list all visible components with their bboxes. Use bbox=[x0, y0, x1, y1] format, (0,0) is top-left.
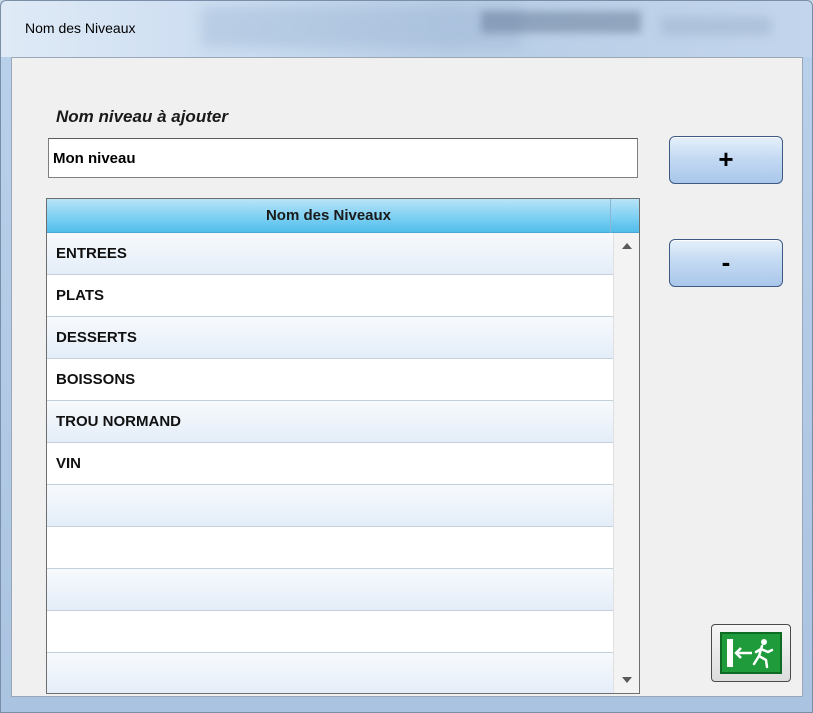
table-row[interactable] bbox=[47, 527, 613, 569]
background-blur bbox=[661, 17, 771, 35]
scroll-up-arrow-icon[interactable] bbox=[622, 243, 632, 249]
exit-door-running-man-icon bbox=[720, 632, 782, 674]
table-row[interactable] bbox=[47, 611, 613, 653]
app-window: Nom des Niveaux Nom niveau à ajouter + -… bbox=[0, 0, 813, 713]
table-row[interactable]: ENTREES bbox=[47, 233, 613, 275]
background-blur bbox=[481, 11, 641, 33]
table-row[interactable] bbox=[47, 485, 613, 527]
remove-level-button[interactable]: - bbox=[669, 239, 783, 287]
scroll-down-arrow-icon[interactable] bbox=[622, 677, 632, 683]
background-blur bbox=[201, 7, 521, 47]
levels-table: Nom des Niveaux ENTREES PLATS DESSERTS B… bbox=[46, 198, 640, 694]
exit-button[interactable] bbox=[711, 624, 791, 682]
table-row[interactable]: BOISSONS bbox=[47, 359, 613, 401]
add-level-button[interactable]: + bbox=[669, 136, 783, 184]
table-row[interactable] bbox=[47, 569, 613, 611]
table-body: ENTREES PLATS DESSERTS BOISSONS TROU NOR… bbox=[47, 233, 613, 693]
table-row[interactable]: VIN bbox=[47, 443, 613, 485]
window-title: Nom des Niveaux bbox=[25, 20, 136, 36]
title-bar[interactable]: Nom des Niveaux bbox=[1, 1, 812, 57]
table-row[interactable]: DESSERTS bbox=[47, 317, 613, 359]
add-level-label: Nom niveau à ajouter bbox=[56, 107, 228, 126]
table-row[interactable] bbox=[47, 653, 613, 693]
level-name-input[interactable] bbox=[48, 138, 638, 178]
vertical-scrollbar[interactable] bbox=[613, 233, 639, 693]
table-row[interactable]: TROU NORMAND bbox=[47, 401, 613, 443]
column-header-levels[interactable]: Nom des Niveaux bbox=[47, 199, 611, 233]
dialog-body: Nom niveau à ajouter + - Nom des Niveaux… bbox=[11, 57, 803, 697]
table-header: Nom des Niveaux bbox=[47, 199, 639, 233]
table-row[interactable]: PLATS bbox=[47, 275, 613, 317]
